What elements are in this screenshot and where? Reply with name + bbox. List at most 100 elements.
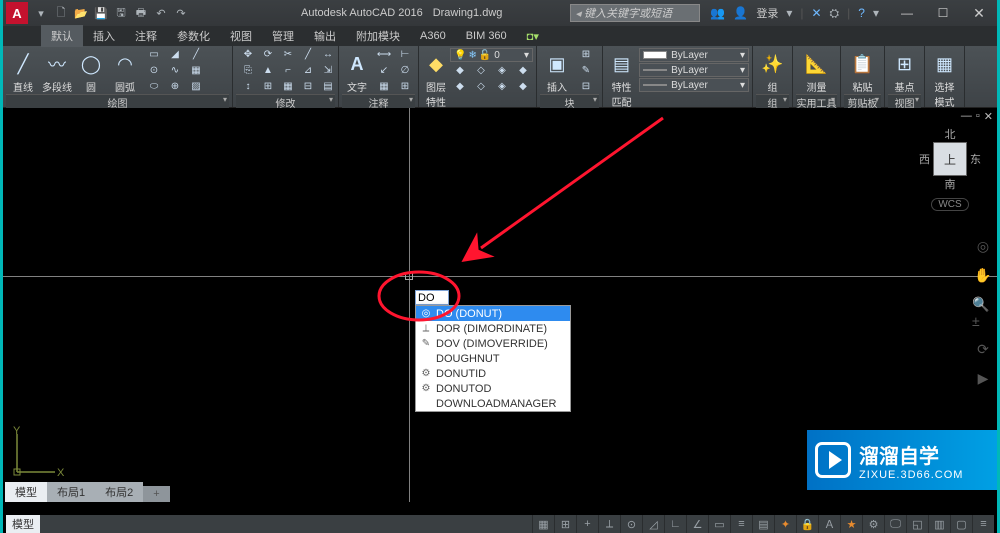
tab-add[interactable]: +: [143, 486, 169, 502]
tool-move[interactable]: ✥: [238, 47, 258, 62]
st-custom[interactable]: ≡: [972, 515, 994, 533]
command-input[interactable]: [415, 290, 449, 305]
minimize-button[interactable]: —: [889, 1, 925, 25]
tab-insert[interactable]: 插入: [83, 25, 125, 47]
panel-anno-label[interactable]: 注释: [342, 94, 415, 108]
tool-line[interactable]: ╱直线: [6, 47, 40, 94]
st-cycling[interactable]: ✦: [774, 515, 796, 533]
st-dynamic[interactable]: +: [576, 515, 598, 533]
qat-new[interactable]: 🗋: [52, 4, 70, 22]
linetype-dropdown[interactable]: ByLayer▾: [639, 78, 749, 92]
st-ortho[interactable]: ⟂: [598, 515, 620, 533]
color-dropdown[interactable]: ByLayer▾: [639, 48, 749, 62]
doc-minimize[interactable]: —: [961, 110, 972, 123]
st-autoscale[interactable]: ★: [840, 515, 862, 533]
qat-undo[interactable]: ↶: [152, 4, 170, 22]
qat-plot[interactable]: 🖶: [132, 4, 150, 22]
ac-item-donutid[interactable]: ⚙DONUTID: [416, 366, 570, 381]
panel-block-label[interactable]: 块: [540, 94, 599, 108]
viewcube[interactable]: 北 西 上 东 南 WCS: [913, 126, 987, 211]
ac-item-dov[interactable]: ✎DOV (DIMOVERRIDE): [416, 336, 570, 351]
nav-zoom[interactable]: 🔍±: [972, 296, 994, 329]
help-icon[interactable]: ?: [858, 6, 865, 20]
tool-group[interactable]: ✨组: [756, 47, 789, 94]
tab-addins[interactable]: 附加模块: [346, 25, 410, 47]
st-qprop[interactable]: ▥: [928, 515, 950, 533]
st-polar[interactable]: ⊙: [620, 515, 642, 533]
doc-close[interactable]: ✕: [984, 110, 993, 123]
st-monitor[interactable]: 🖵: [884, 515, 906, 533]
st-clean[interactable]: ▢: [950, 515, 972, 533]
lineweight-dropdown[interactable]: ByLayer▾: [639, 63, 749, 77]
st-annoscale[interactable]: 🔒: [796, 515, 818, 533]
ac-item-downloadmanager[interactable]: DOWNLOADMANAGER: [416, 396, 570, 411]
tab-a360[interactable]: A360: [410, 27, 456, 45]
tool-text[interactable]: A文字: [342, 47, 372, 94]
ac-item-doughnut[interactable]: DOUGHNUT: [416, 351, 570, 366]
doc-restore[interactable]: ▫: [976, 110, 980, 123]
st-otrack[interactable]: ∠: [686, 515, 708, 533]
ac-item-donut[interactable]: ◎DO (DONUT): [416, 306, 570, 321]
tool-paste[interactable]: 📋粘贴: [844, 47, 881, 94]
tool-measure[interactable]: 📐测量: [796, 47, 837, 94]
nav-showmotion[interactable]: ▶: [978, 370, 989, 387]
nav-orbit[interactable]: ⟳: [977, 341, 989, 358]
st-workspace[interactable]: ⚙: [862, 515, 884, 533]
qat-redo[interactable]: ↷: [172, 4, 190, 22]
tab-view[interactable]: 视图: [220, 25, 262, 47]
st-transparency[interactable]: ▤: [752, 515, 774, 533]
st-units[interactable]: ◱: [906, 515, 928, 533]
qat-menu[interactable]: ▾: [32, 4, 50, 22]
tool-matchprop[interactable]: ▤特性 匹配: [606, 47, 637, 109]
tool-polyline[interactable]: 〰多段线: [40, 47, 74, 94]
st-annovisible[interactable]: Ａ: [818, 515, 840, 533]
ac-item-donutod[interactable]: ⚙DONUTOD: [416, 381, 570, 396]
search-input[interactable]: ◂键入关键字或短语: [570, 4, 700, 22]
signin-label[interactable]: 登录: [756, 5, 778, 21]
tool-arc[interactable]: ◠圆弧: [108, 47, 142, 94]
st-lineweight[interactable]: ≡: [730, 515, 752, 533]
tab-parametric[interactable]: 参数化: [167, 25, 220, 47]
wcs-label[interactable]: WCS: [931, 198, 968, 211]
st-iso[interactable]: ◿: [642, 515, 664, 533]
tool-selmode[interactable]: ▦选择 模式: [928, 47, 961, 109]
panel-group-label[interactable]: 组: [756, 94, 789, 108]
panel-view-label[interactable]: 视图: [888, 94, 921, 108]
drawing-canvas[interactable]: — ▫ ✕ ◎DO (DONUT) ⟂DOR (DIMORDINATE) ✎DO…: [3, 108, 997, 502]
tool-basept[interactable]: ⊞基点: [888, 47, 921, 94]
tab-annotate[interactable]: 注释: [125, 25, 167, 47]
infocenter-icon[interactable]: 👥: [710, 6, 725, 20]
tab-output[interactable]: 输出: [304, 25, 346, 47]
panel-clip-label[interactable]: 剪贴板: [844, 94, 881, 108]
nav-wheel[interactable]: ◎: [977, 238, 989, 255]
maximize-button[interactable]: ☐: [925, 1, 961, 25]
close-button[interactable]: ✕: [961, 1, 997, 25]
tool-insert[interactable]: ▣插入: [540, 47, 574, 94]
panel-util-label[interactable]: 实用工具: [796, 94, 837, 108]
qat-open[interactable]: 📂: [72, 4, 90, 22]
status-model[interactable]: 模型: [6, 515, 40, 533]
st-grid[interactable]: ▦: [532, 515, 554, 533]
signin-icon[interactable]: 👤: [733, 6, 748, 20]
layer-dropdown[interactable]: 💡❄🔓0▾: [450, 48, 533, 62]
ac-item-dor[interactable]: ⟂DOR (DIMORDINATE): [416, 321, 570, 336]
tool-rect[interactable]: ▭: [144, 47, 164, 62]
tab-default[interactable]: 默认: [41, 25, 83, 47]
st-2d[interactable]: ▭: [708, 515, 730, 533]
qat-saveas[interactable]: 🖫: [112, 4, 130, 22]
panel-modify-label[interactable]: 修改: [236, 94, 335, 108]
st-snap[interactable]: ⊞: [554, 515, 576, 533]
panel-draw-label[interactable]: 绘图: [6, 94, 229, 108]
tool-layerprop[interactable]: ◆图层 特性: [422, 47, 450, 109]
tool-dim[interactable]: ⟷: [374, 47, 394, 62]
qat-save[interactable]: 💾: [92, 4, 110, 22]
tab-extra[interactable]: ◘▾: [517, 27, 549, 46]
exchange-icon[interactable]: ✕: [811, 6, 821, 20]
help-dd[interactable]: ▾: [873, 6, 879, 20]
signin-dd[interactable]: ▾: [786, 6, 792, 20]
tool-circle[interactable]: ◯圆: [74, 47, 108, 94]
tab-model[interactable]: 模型: [5, 482, 47, 502]
tab-bim360[interactable]: BIM 360: [456, 27, 517, 45]
viewcube-top[interactable]: 上: [933, 142, 967, 176]
a360-icon[interactable]: ⛭: [830, 6, 840, 21]
